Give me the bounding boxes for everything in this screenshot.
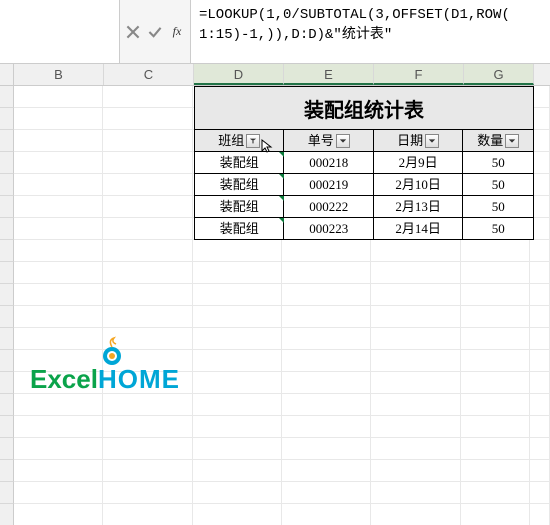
table-row[interactable]: 装配组 000218 2月9日 50 — [195, 152, 533, 174]
cell-group[interactable]: 装配组 — [195, 174, 284, 195]
formula-buttons: fx — [120, 0, 191, 63]
table-row[interactable]: 装配组 000219 2月10日 50 — [195, 174, 533, 196]
formula-input[interactable]: =LOOKUP(1,0/SUBTOTAL(3,OFFSET(D1,ROW( 1:… — [191, 0, 550, 63]
table-header-order[interactable]: 单号 — [284, 130, 373, 151]
cell-qty[interactable]: 50 — [463, 152, 533, 173]
fx-button[interactable]: fx — [170, 25, 184, 39]
formula-line2: 1:15)-1,)),D:D)&"统计表" — [199, 27, 392, 43]
spreadsheet-grid[interactable]: B C D E F G 装配组统计表 班组 — [0, 64, 550, 525]
table-header-date[interactable]: 日期 — [374, 130, 463, 151]
cell-group[interactable]: 装配组 — [195, 218, 284, 239]
header-label-date: 日期 — [397, 130, 423, 152]
table-data: 装配组 000218 2月9日 50 装配组 000219 2月10日 50 装… — [194, 152, 534, 240]
table-row[interactable]: 装配组 000222 2月13日 50 — [195, 196, 533, 218]
cell-group[interactable]: 装配组 — [195, 152, 284, 173]
table-header-qty[interactable]: 数量 — [463, 130, 533, 151]
cell-qty[interactable]: 50 — [463, 218, 533, 239]
table-header-row: 班组 单号 日期 数量 — [194, 130, 534, 152]
cell-order[interactable]: 000219 — [284, 174, 373, 195]
cell-order[interactable]: 000223 — [284, 218, 373, 239]
table-header-group[interactable]: 班组 — [195, 130, 284, 151]
cancel-button[interactable] — [126, 25, 140, 39]
mascot-icon — [98, 336, 126, 368]
table-title: 装配组统计表 — [194, 86, 534, 130]
col-header-f[interactable]: F — [374, 64, 464, 85]
name-box[interactable] — [0, 0, 120, 63]
cell-qty[interactable]: 50 — [463, 196, 533, 217]
header-label-group: 班组 — [218, 130, 244, 152]
col-header-c[interactable]: C — [104, 64, 194, 85]
filter-button-order[interactable] — [336, 134, 350, 148]
filter-button-group[interactable] — [246, 134, 260, 148]
formula-bar: fx =LOOKUP(1,0/SUBTOTAL(3,OFFSET(D1,ROW(… — [0, 0, 550, 64]
cell-date[interactable]: 2月9日 — [374, 152, 463, 173]
cell-date[interactable]: 2月10日 — [374, 174, 463, 195]
cell-qty[interactable]: 50 — [463, 174, 533, 195]
cell-group[interactable]: 装配组 — [195, 196, 284, 217]
header-label-order: 单号 — [308, 130, 334, 152]
filter-button-date[interactable] — [425, 134, 439, 148]
logo-excel: Excel — [30, 364, 98, 395]
table-row[interactable]: 装配组 000223 2月14日 50 — [195, 218, 533, 240]
cell-order[interactable]: 000222 — [284, 196, 373, 217]
cell-order[interactable]: 000218 — [284, 152, 373, 173]
col-header-d[interactable]: D — [194, 64, 284, 85]
col-header-g[interactable]: G — [464, 64, 534, 85]
cell-date[interactable]: 2月13日 — [374, 196, 463, 217]
formula-line1: =LOOKUP(1,0/SUBTOTAL(3,OFFSET(D1,ROW( — [199, 7, 510, 23]
logo-home: HOME — [98, 364, 180, 395]
column-headers: B C D E F G — [0, 64, 550, 86]
col-header-e[interactable]: E — [284, 64, 374, 85]
header-label-qty: 数量 — [477, 130, 503, 152]
filter-button-qty[interactable] — [505, 134, 519, 148]
excelhome-logo: ExcelHOME — [30, 364, 180, 395]
col-header-b[interactable]: B — [14, 64, 104, 85]
cell-date[interactable]: 2月14日 — [374, 218, 463, 239]
enter-button[interactable] — [148, 25, 162, 39]
